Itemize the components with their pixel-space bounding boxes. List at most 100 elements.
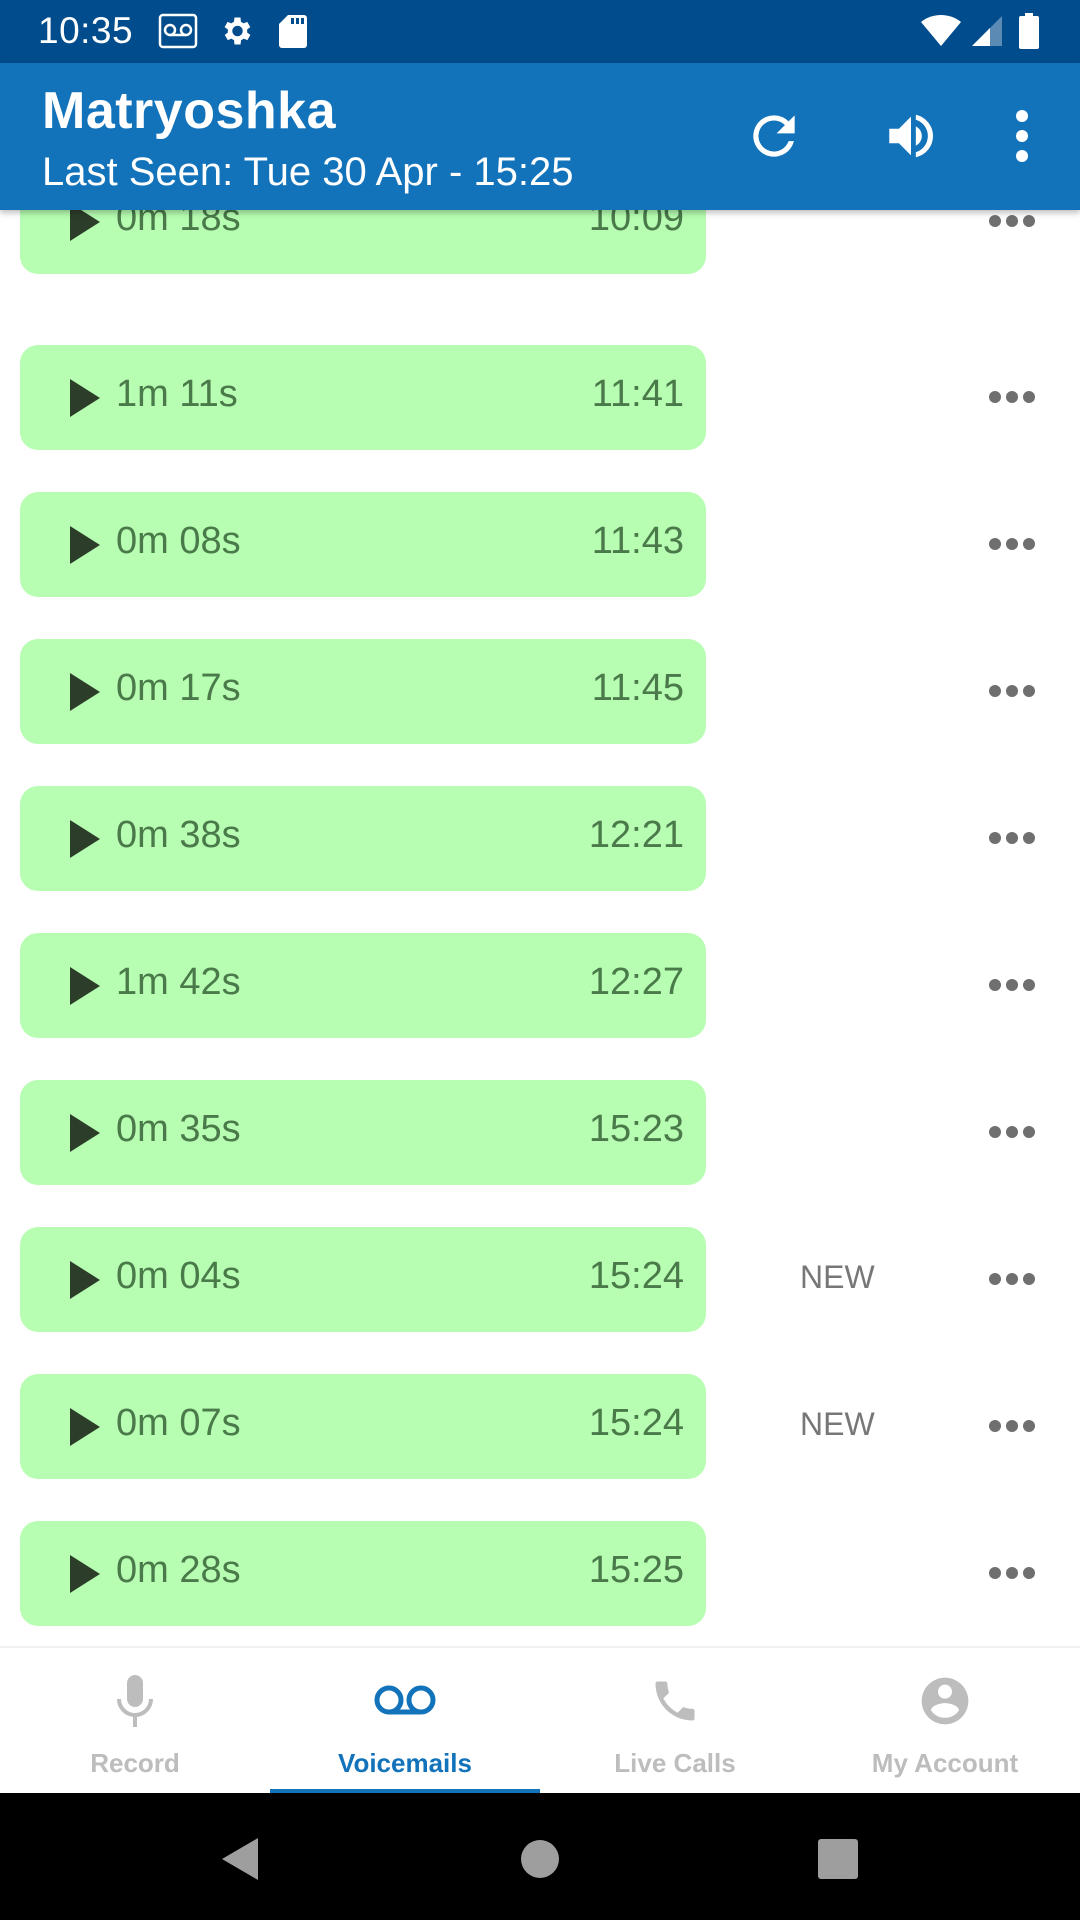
nav-tab-my-account[interactable]: My Account xyxy=(810,1648,1080,1795)
voicemail-time: 10:09 xyxy=(588,210,684,239)
nav-label: Voicemails xyxy=(338,1748,472,1778)
more-options-button[interactable] xyxy=(982,1543,1042,1603)
more-options-button[interactable] xyxy=(982,1102,1042,1162)
voicemail-duration: 0m 07s xyxy=(116,1402,241,1444)
voicemail-time: 15:23 xyxy=(588,1108,684,1150)
voicemail-duration: 0m 17s xyxy=(116,667,241,709)
more-horiz-icon xyxy=(989,1273,1001,1285)
play-icon xyxy=(70,967,100,1005)
voicemail-time: 12:21 xyxy=(588,814,684,856)
recents-icon xyxy=(818,1839,858,1879)
more-options-button[interactable] xyxy=(982,1249,1042,1309)
voicemail-row: 0m 04s 15:24 NEW xyxy=(0,1227,1080,1332)
voicemail-duration: 0m 35s xyxy=(116,1108,241,1150)
more-options-button[interactable] xyxy=(982,808,1042,868)
voicemail-time: 12:27 xyxy=(588,961,684,1003)
voicemail-time: 15:25 xyxy=(588,1549,684,1591)
play-icon xyxy=(70,1261,100,1299)
voicemail-play-pill[interactable]: 0m 08s 11:43 xyxy=(20,492,706,597)
play-icon xyxy=(70,526,100,564)
sd-card-icon xyxy=(278,12,308,50)
nav-tab-voicemails[interactable]: Voicemails xyxy=(270,1648,540,1795)
voicemail-time: 11:43 xyxy=(591,520,684,562)
voicemail-play-pill[interactable]: 0m 04s 15:24 xyxy=(20,1227,706,1332)
more-options-button[interactable] xyxy=(982,1396,1042,1456)
voicemail-play-pill[interactable]: 1m 11s 11:41 xyxy=(20,345,706,450)
more-horiz-icon xyxy=(989,1420,1001,1432)
voicemail-row: 0m 28s 15:25 xyxy=(0,1521,1080,1626)
voicemail-row: 1m 42s 12:27 xyxy=(0,933,1080,1038)
voicemail-time: 11:45 xyxy=(591,667,684,709)
voicemail-play-pill[interactable]: 0m 17s 11:45 xyxy=(20,639,706,744)
nav-label: Record xyxy=(90,1748,180,1778)
more-options-button[interactable] xyxy=(982,955,1042,1015)
microphone-icon xyxy=(100,1666,170,1736)
more-horiz-icon xyxy=(989,1567,1001,1579)
phone-icon xyxy=(640,1666,710,1736)
more-options-button[interactable] xyxy=(982,367,1042,427)
voicemail-time: 15:24 xyxy=(588,1255,684,1297)
home-icon xyxy=(521,1840,559,1878)
back-icon xyxy=(222,1838,258,1880)
voicemail-duration: 1m 11s xyxy=(116,373,238,415)
status-time: 10:35 xyxy=(38,10,134,51)
voicemail-time: 11:41 xyxy=(591,373,684,415)
refresh-icon xyxy=(753,115,795,157)
cell-signal-icon xyxy=(970,12,1004,50)
account-circle-icon xyxy=(910,1666,980,1736)
voicemail-play-pill[interactable]: 0m 28s 15:25 xyxy=(20,1521,706,1626)
volume-button[interactable] xyxy=(876,101,946,171)
voicemail-play-pill[interactable]: 1m 42s 12:27 xyxy=(20,933,706,1038)
more-vert-icon xyxy=(1016,110,1028,162)
voicemail-time: 15:24 xyxy=(588,1402,684,1444)
app-bar: Matryoshka Last Seen: Tue 30 Apr - 15:25 xyxy=(0,63,1080,210)
nav-tab-live-calls[interactable]: Live Calls xyxy=(540,1648,810,1795)
nav-tab-record[interactable]: Record xyxy=(0,1648,270,1795)
new-badge: NEW xyxy=(800,1259,875,1295)
voicemail-play-pill[interactable]: 0m 07s 15:24 xyxy=(20,1374,706,1479)
home-button[interactable] xyxy=(510,1829,570,1889)
volume-icon xyxy=(889,114,934,158)
last-seen-subtitle: Last Seen: Tue 30 Apr - 15:25 xyxy=(42,150,574,194)
voicemail-row: 0m 07s 15:24 NEW xyxy=(0,1374,1080,1479)
more-horiz-icon xyxy=(989,538,1001,550)
more-horiz-icon xyxy=(989,391,1001,403)
voicemail-play-pill[interactable]: 0m 35s 15:23 xyxy=(20,1080,706,1185)
voicemail-row: 0m 18s 10:09 xyxy=(0,210,1080,274)
back-button[interactable] xyxy=(210,1829,270,1889)
more-options-button[interactable] xyxy=(982,514,1042,574)
more-horiz-icon xyxy=(989,832,1001,844)
voicemail-row: 0m 17s 11:45 xyxy=(0,639,1080,744)
voicemail-row: 0m 35s 15:23 xyxy=(0,1080,1080,1185)
more-horiz-icon xyxy=(989,685,1001,697)
more-horiz-icon xyxy=(989,1126,1001,1138)
voicemail-icon xyxy=(370,1666,440,1736)
play-icon xyxy=(70,673,100,711)
voicemail-duration: 0m 38s xyxy=(116,814,241,856)
more-horiz-icon xyxy=(989,979,1001,991)
voicemail-duration: 0m 08s xyxy=(116,520,241,562)
new-badge: NEW xyxy=(800,1406,875,1442)
voicemail-play-pill[interactable]: 0m 38s 12:21 xyxy=(20,786,706,891)
nav-label: My Account xyxy=(871,1748,1019,1778)
play-icon xyxy=(70,1555,100,1593)
settings-gear-icon xyxy=(218,12,254,50)
bottom-navigation: Record Voicemails Live Calls My Account xyxy=(0,1646,1080,1795)
refresh-button[interactable] xyxy=(739,101,809,171)
voicemail-duration: 0m 28s xyxy=(116,1549,241,1591)
voicemail-row: 0m 08s 11:43 xyxy=(0,492,1080,597)
voicemail-play-pill[interactable]: 0m 18s 10:09 xyxy=(20,210,706,274)
voicemail-duration: 0m 04s xyxy=(116,1255,241,1297)
voicemail-list[interactable]: 0m 18s 10:09 1m 11s 11:41 0m 08s 11:43 0… xyxy=(0,210,1080,1646)
voicemail-icon xyxy=(158,12,198,50)
more-options-button[interactable] xyxy=(982,210,1042,251)
voicemail-duration: 0m 18s xyxy=(116,210,241,239)
play-icon xyxy=(70,210,100,241)
nav-label: Live Calls xyxy=(614,1748,736,1778)
more-options-button[interactable] xyxy=(982,661,1042,721)
recents-button[interactable] xyxy=(808,1829,868,1889)
more-horiz-icon xyxy=(989,215,1001,227)
system-navigation-bar xyxy=(0,1793,1080,1920)
play-icon xyxy=(70,1114,100,1152)
overflow-menu-button[interactable] xyxy=(987,101,1057,171)
